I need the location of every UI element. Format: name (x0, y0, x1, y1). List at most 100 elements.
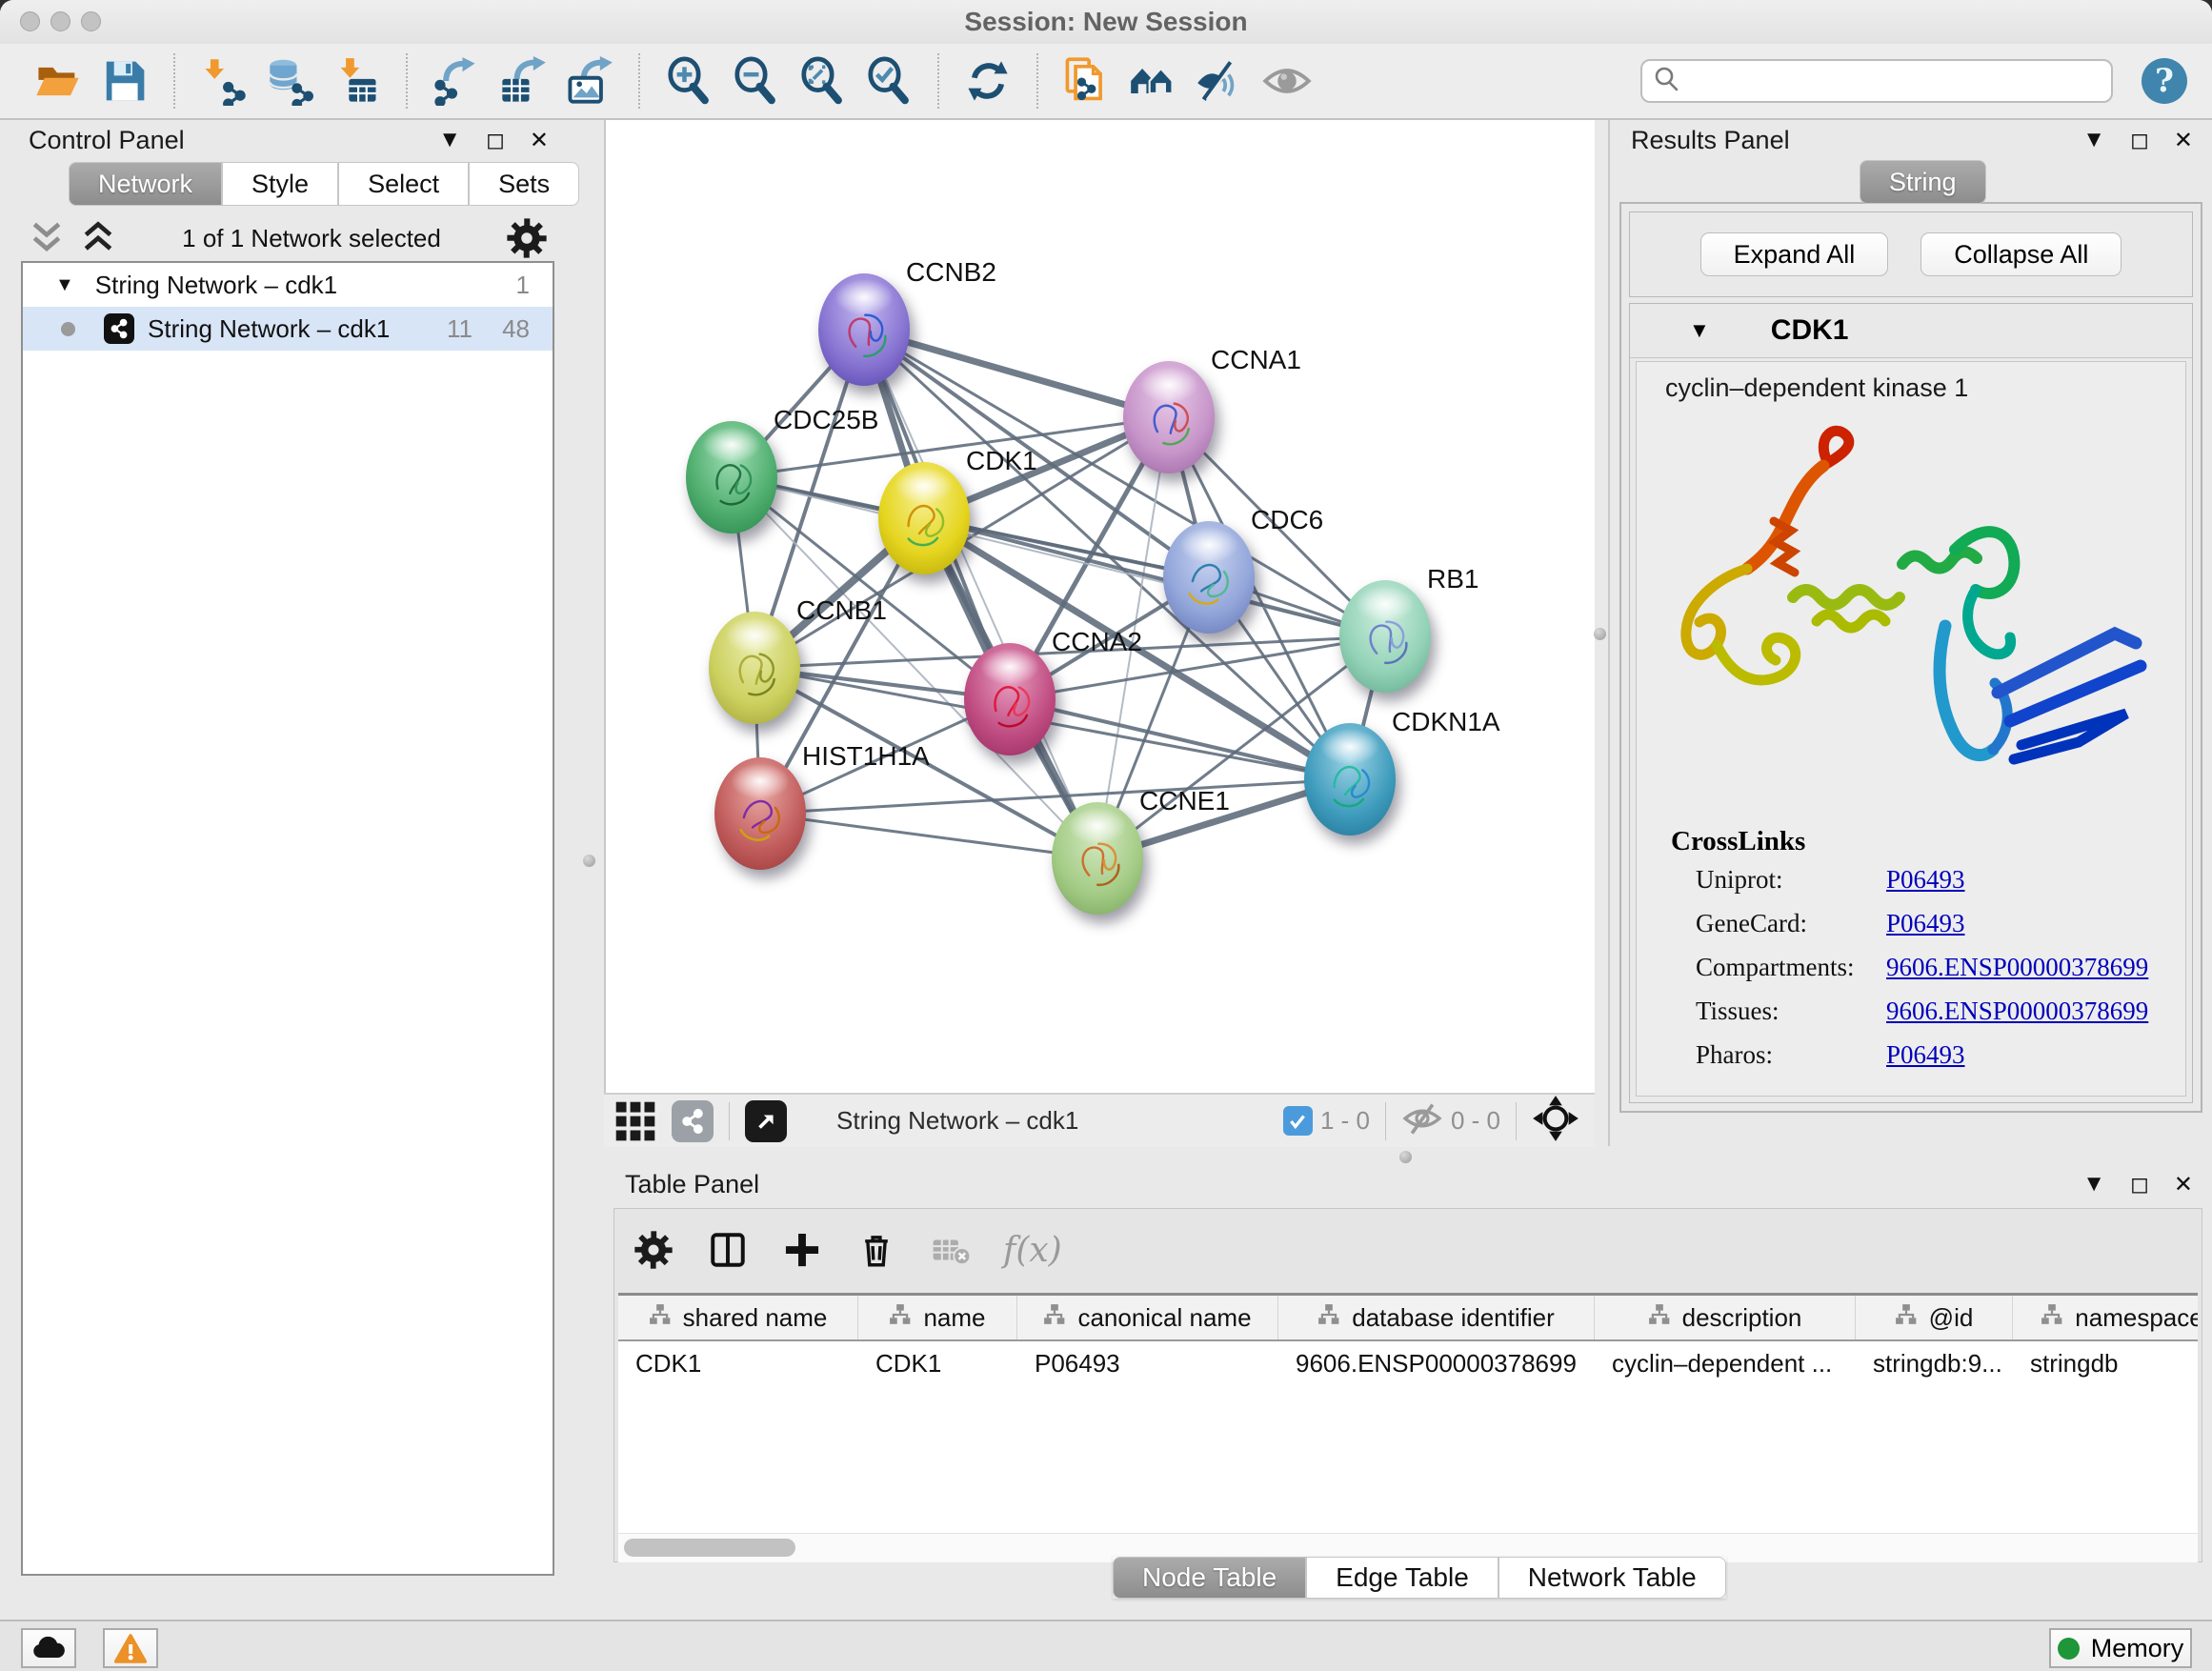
open-in-window-icon[interactable] (745, 1100, 787, 1142)
collapse-all-button[interactable]: Collapse All (1920, 232, 2122, 276)
network-node-ccna2[interactable] (964, 643, 1056, 755)
zoom-selected-button[interactable] (862, 54, 915, 108)
network-node-ccna1[interactable] (1123, 361, 1215, 473)
network-row-label: String Network – cdk1 (148, 314, 390, 344)
tab-network[interactable]: Network (69, 162, 222, 206)
tab-network-table[interactable]: Network Table (1498, 1557, 1726, 1599)
panel-close-icon[interactable]: ✕ (2174, 127, 2193, 154)
panel-close-icon[interactable]: ✕ (530, 127, 549, 154)
cloud-status-button[interactable] (21, 1628, 76, 1668)
panel-close-icon[interactable]: ✕ (2174, 1171, 2193, 1198)
network-node-cdc25b[interactable] (686, 421, 777, 534)
save-session-button[interactable] (98, 54, 151, 108)
tab-style[interactable]: Style (222, 162, 338, 206)
hidden-count: 0 - 0 (1451, 1106, 1500, 1136)
zoom-out-button[interactable] (729, 54, 782, 108)
toolbar-icon-groups (25, 53, 1320, 109)
column-header-namespace[interactable]: namespace (2013, 1296, 2198, 1339)
selected-nodes-checkbox[interactable] (1283, 1106, 1313, 1136)
panel-menu-icon[interactable]: ▼ (2082, 127, 2105, 153)
expand-all-button[interactable]: Expand All (1700, 232, 1889, 276)
network-collection-row[interactable]: ▼ String Network – cdk1 1 (23, 263, 553, 307)
collapse-all-icon[interactable] (28, 219, 66, 257)
table-row[interactable]: CDK1CDK1P064939606.ENSP00000378699cyclin… (618, 1341, 2198, 1385)
table-options-gear-icon[interactable] (632, 1228, 675, 1272)
help-button[interactable]: ? (2142, 58, 2187, 104)
open-session-button[interactable] (31, 54, 85, 108)
zoom-in-button[interactable] (662, 54, 715, 108)
delete-column-icon[interactable] (855, 1228, 898, 1272)
network-options-gear-icon[interactable] (506, 217, 548, 259)
vertical-splitter-handle[interactable] (583, 855, 595, 867)
export-table-button[interactable] (496, 54, 550, 108)
network-share-icon[interactable] (672, 1100, 714, 1142)
network-node-hist1h1a[interactable] (714, 757, 806, 870)
tab-string[interactable]: String (1860, 160, 1986, 204)
tab-sets[interactable]: Sets (469, 162, 579, 206)
network-row-selected[interactable]: String Network – cdk1 11 48 (23, 307, 553, 351)
home-view-button[interactable] (1127, 54, 1180, 108)
main-toolbar: ? (0, 44, 2212, 120)
hierarchy-icon (1317, 1303, 1340, 1333)
table-cell[interactable]: CDK1 (618, 1349, 858, 1379)
refresh-view-button[interactable] (961, 54, 1015, 108)
column-header-description[interactable]: description (1595, 1296, 1856, 1339)
tab-node-table[interactable]: Node Table (1113, 1557, 1306, 1599)
network-view-canvas[interactable]: CCNB2 CCNA1 CDC25B CDK1 CDC6 RB1 (604, 120, 1595, 1093)
panel-menu-icon[interactable]: ▼ (438, 127, 461, 153)
import-database-button[interactable] (264, 54, 317, 108)
node-label: CDC25B (774, 405, 878, 435)
table-cell[interactable]: stringdb (2013, 1349, 2198, 1379)
table-cell[interactable]: cyclin–dependent ... (1595, 1349, 1856, 1379)
column-header-id[interactable]: @id (1856, 1296, 2013, 1339)
import-table-button[interactable] (331, 54, 384, 108)
gene-card-header[interactable]: ▼ CDK1 (1630, 304, 2192, 358)
table-cell[interactable]: stringdb:9... (1856, 1349, 2013, 1379)
panel-menu-icon[interactable]: ▼ (2082, 1171, 2105, 1198)
column-label: namespace (2075, 1303, 2198, 1333)
network-node-cdc6[interactable] (1163, 521, 1255, 634)
tab-edge-table[interactable]: Edge Table (1306, 1557, 1498, 1599)
crosslinks-section: CrossLinks Uniprot:P06493GeneCard:P06493… (1671, 826, 2185, 1077)
column-header-sharedname[interactable]: shared name (618, 1296, 858, 1339)
network-node-cdk1[interactable] (878, 462, 970, 574)
table-cell[interactable]: P06493 (1017, 1349, 1278, 1379)
hide-graphics-details-button[interactable] (1194, 54, 1247, 108)
vertical-splitter-handle[interactable] (1594, 628, 1606, 640)
export-network-button[interactable] (430, 54, 483, 108)
column-header-databaseidentifier[interactable]: database identifier (1278, 1296, 1595, 1339)
zoom-fit-button[interactable] (795, 54, 849, 108)
network-selection-row: 1 of 1 Network selected (21, 215, 554, 261)
search-input[interactable] (1690, 66, 2100, 97)
panel-float-icon[interactable]: ◻ (2130, 1171, 2149, 1198)
add-column-icon[interactable] (780, 1228, 824, 1272)
panel-float-icon[interactable]: ◻ (486, 127, 505, 154)
scrollbar-thumb[interactable] (624, 1539, 795, 1557)
tab-select[interactable]: Select (338, 162, 469, 206)
table-cell[interactable]: CDK1 (858, 1349, 1017, 1379)
copy-document-button[interactable] (1060, 54, 1114, 108)
network-node-ccne1[interactable] (1052, 802, 1143, 915)
column-header-canonicalname[interactable]: canonical name (1017, 1296, 1278, 1339)
search-box[interactable] (1640, 59, 2113, 103)
memory-button[interactable]: Memory (2049, 1628, 2192, 1668)
network-node-ccnb2[interactable] (818, 273, 910, 386)
export-image-button[interactable] (563, 54, 616, 108)
birdseye-grid-icon[interactable] (613, 1099, 657, 1143)
show-columns-icon[interactable] (706, 1228, 750, 1272)
network-node-ccnb1[interactable] (709, 612, 800, 724)
expand-all-icon[interactable] (79, 219, 117, 257)
collection-expander-icon[interactable]: ▼ (55, 274, 74, 296)
horizontal-splitter-handle[interactable] (1399, 1151, 1412, 1163)
import-network-button[interactable] (197, 54, 251, 108)
fit-content-crosshair-icon[interactable] (1532, 1095, 1579, 1147)
table-cell[interactable]: 9606.ENSP00000378699 (1278, 1349, 1595, 1379)
gene-expander-icon[interactable]: ▼ (1689, 318, 1710, 343)
column-header-name[interactable]: name (858, 1296, 1017, 1339)
panel-float-icon[interactable]: ◻ (2130, 127, 2149, 154)
toolbar-separator (937, 53, 939, 109)
network-node-cdkn1a[interactable] (1304, 723, 1396, 836)
network-node-rb1[interactable] (1339, 580, 1431, 693)
hierarchy-icon (1895, 1303, 1918, 1333)
warnings-button[interactable] (103, 1628, 158, 1668)
